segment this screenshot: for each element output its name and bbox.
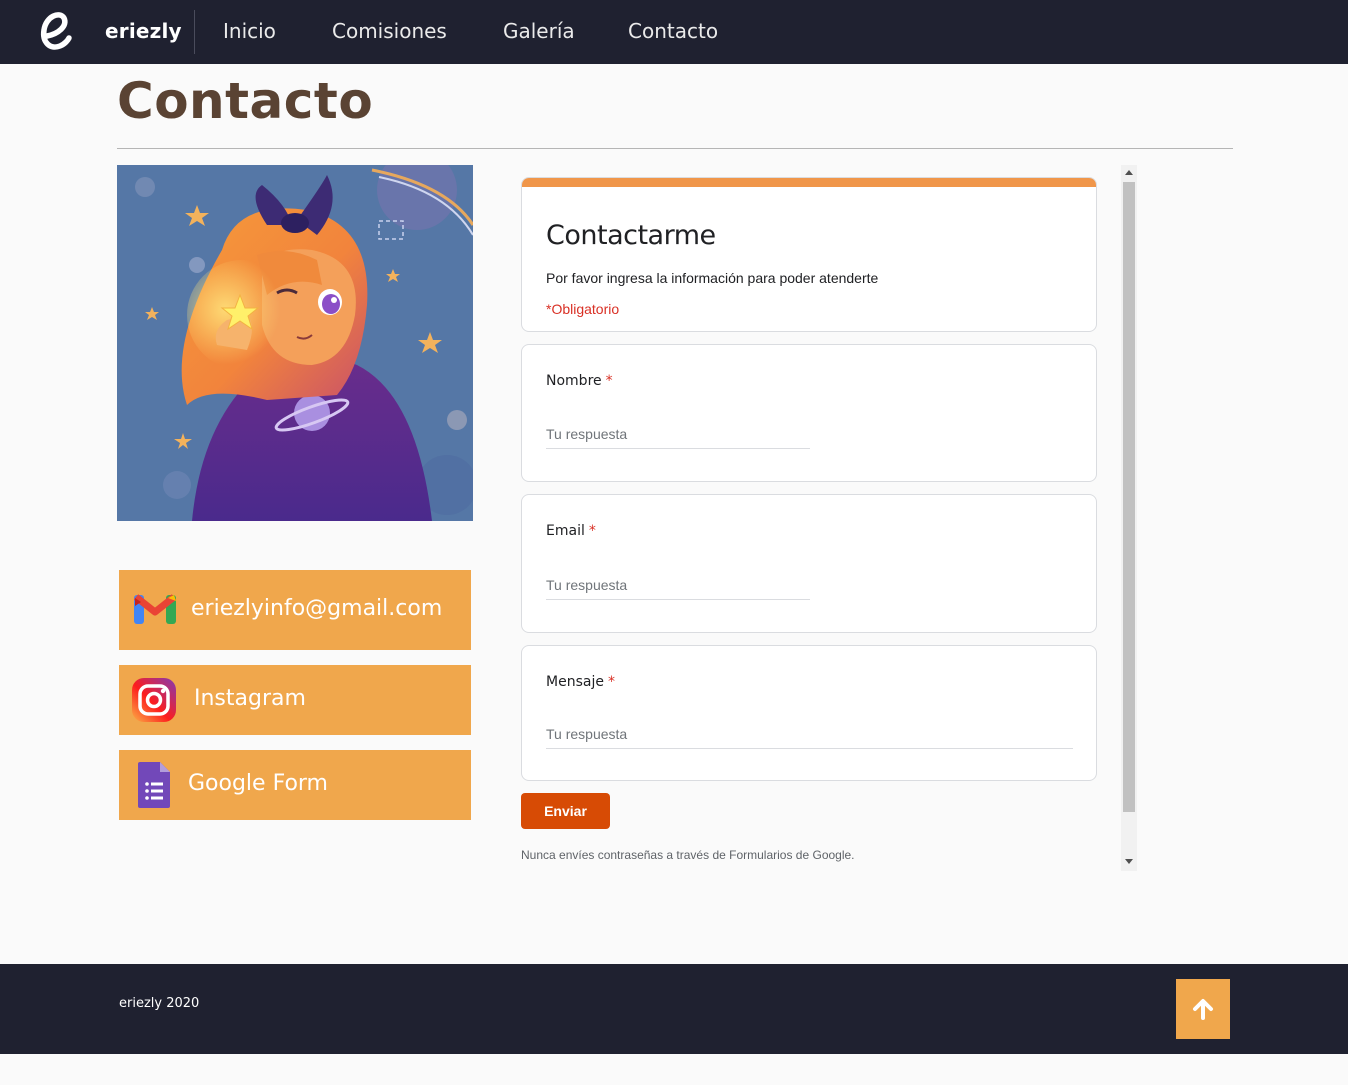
form-header-card: Contactarme Por favor ingresa la informa… [521, 177, 1097, 332]
copyright-text: eriezly 2020 [119, 996, 200, 1011]
footer: eriezly 2020 [0, 964, 1348, 1054]
google-form-label: Google Form [188, 771, 328, 796]
email-input[interactable] [546, 576, 810, 600]
google-form-contact-button[interactable]: Google Form [119, 750, 471, 820]
google-forms-icon [138, 762, 170, 808]
submit-button[interactable]: Enviar [521, 793, 610, 829]
back-to-top-button[interactable] [1176, 979, 1230, 1039]
question-card-email: Email * [521, 494, 1097, 633]
scroll-up-arrow-icon[interactable] [1125, 170, 1133, 175]
brand-name[interactable]: eriezly [105, 19, 182, 43]
question-card-nombre: Nombre * [521, 344, 1097, 482]
form-title: Contactarme [546, 220, 716, 251]
nav-link-contacto[interactable]: Contacto [628, 19, 718, 43]
question-card-mensaje: Mensaje * [521, 645, 1097, 781]
form-scrollbar[interactable] [1121, 165, 1137, 871]
instagram-contact-button[interactable]: Instagram [119, 665, 471, 735]
nav-link-inicio[interactable]: Inicio [223, 19, 276, 43]
gmail-icon [133, 594, 177, 624]
required-marker: * [605, 373, 613, 389]
instagram-label: Instagram [194, 686, 306, 711]
nav-link-galeria[interactable]: Galería [503, 19, 575, 43]
email-contact-button[interactable]: eriezlyinfo@gmail.com [119, 570, 471, 650]
nav-link-comisiones[interactable]: Comisiones [332, 19, 447, 43]
question-label-mensaje: Mensaje * [546, 674, 615, 690]
navbar: eriezly Inicio Comisiones Galería Contac… [0, 0, 1348, 64]
form-footer-note: Nunca envíes contraseñas a través de For… [521, 848, 855, 862]
page-title: Contacto [117, 72, 374, 130]
title-divider [117, 148, 1233, 149]
required-note: *Obligatorio [546, 301, 620, 317]
form-accent-bar [522, 178, 1096, 187]
nav-divider [194, 10, 195, 54]
logo-icon[interactable] [38, 10, 74, 54]
form-description: Por favor ingresa la información para po… [546, 270, 879, 286]
scroll-down-arrow-icon[interactable] [1125, 859, 1133, 864]
nombre-input[interactable] [546, 426, 810, 449]
scroll-thumb[interactable] [1123, 182, 1135, 812]
instagram-icon [132, 678, 176, 722]
featured-artwork [117, 165, 473, 521]
arrow-up-icon [1193, 999, 1213, 1020]
question-label-nombre: Nombre * [546, 373, 613, 389]
question-label-email: Email * [546, 523, 596, 539]
required-marker: * [607, 674, 615, 690]
email-label: eriezlyinfo@gmail.com [191, 596, 443, 621]
mensaje-input[interactable] [546, 726, 1073, 749]
embedded-google-form: Contactarme Por favor ingresa la informa… [521, 165, 1137, 871]
required-marker: * [588, 523, 596, 539]
